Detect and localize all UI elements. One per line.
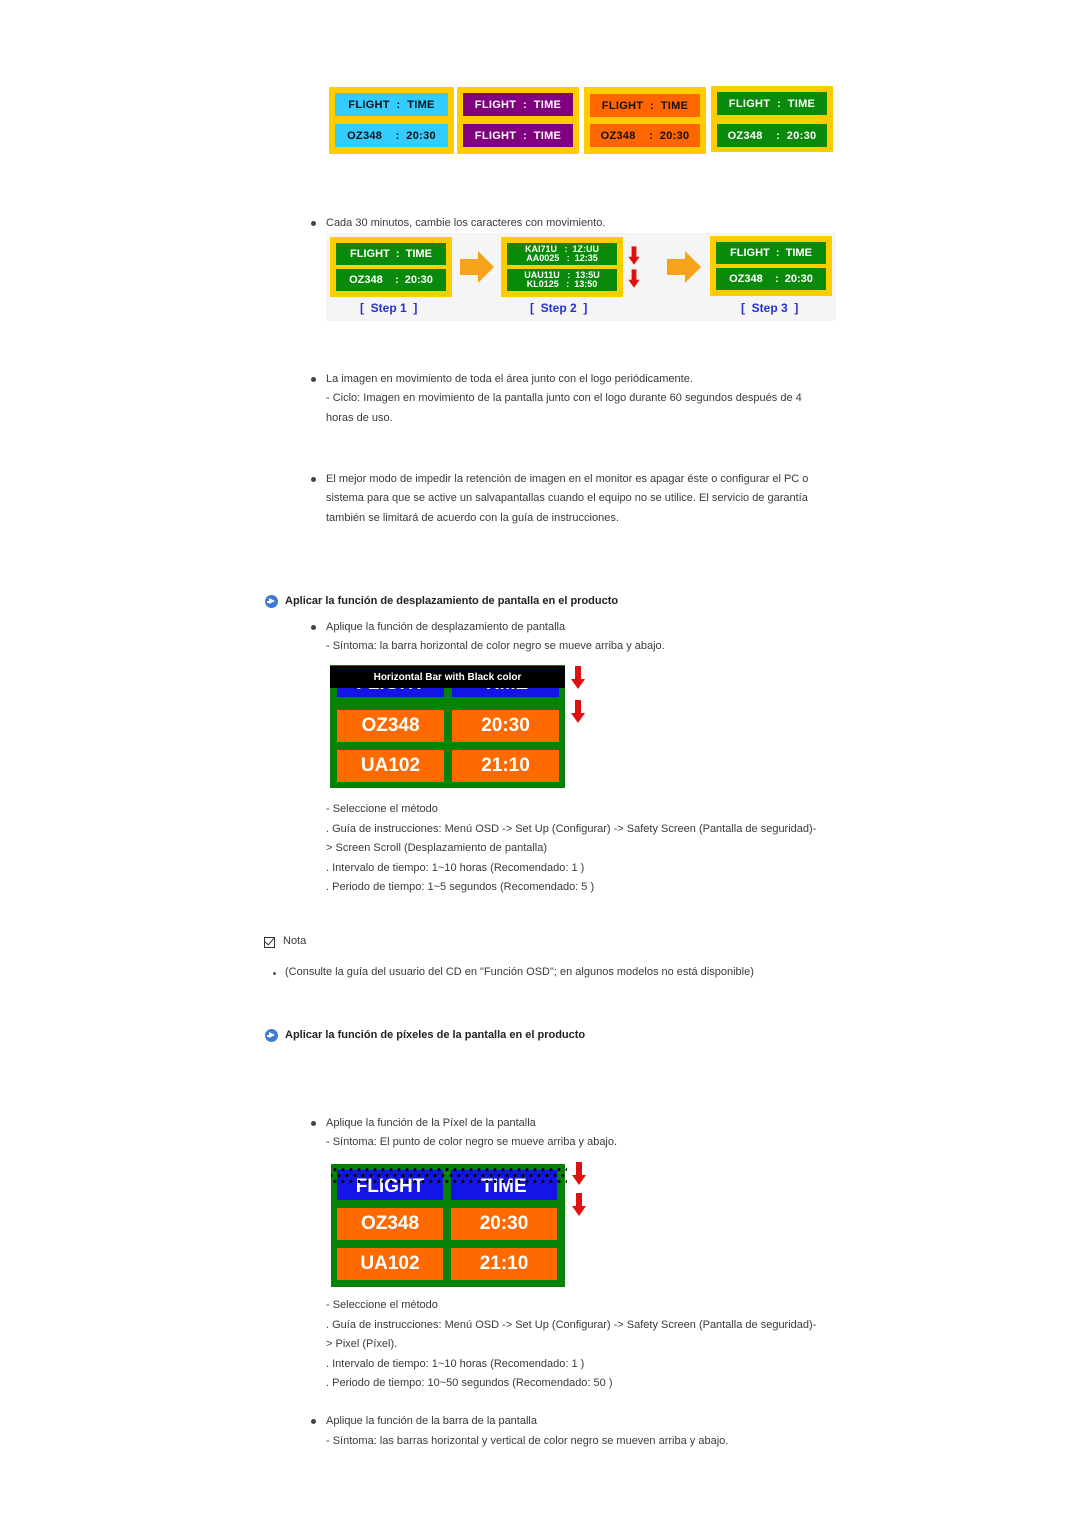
step3-panel: FLIGHT : TIME OZ348 : 20:30 — [710, 236, 832, 296]
section-heading: Aplicar la función de desplazamiento de … — [285, 595, 619, 607]
down-arrow-icon — [628, 269, 640, 288]
step2-bottom: UAU11U : 13:5U KL0125 : 13:50 — [507, 269, 617, 291]
method-line: . Guía de instrucciones: Menú OSD -> Set… — [326, 1319, 817, 1331]
bullet-text: Aplique la función de la Píxel de la pan… — [311, 1114, 536, 1134]
flight-panel-orange: FLIGHT : TIME OZ348 : 20:30 — [584, 87, 706, 154]
cycle-text: - Ciclo: Imagen en movimiento de la pant… — [326, 392, 802, 404]
method-line: > Screen Scroll (Desplazamiento de panta… — [326, 842, 548, 854]
paragraph-line: también se limitará de acuerdo con la gu… — [326, 512, 619, 524]
flight-panel-top: FLIGHT : TIME — [590, 94, 700, 117]
flight-panel-top: FLIGHT : TIME — [463, 93, 573, 116]
step2-panel: KAI71U : 1Z:UU AA0025 : 12:35 UAU11U : 1… — [501, 237, 623, 297]
flight-panel-top: FLIGHT : TIME — [717, 92, 827, 115]
down-arrow-icon — [572, 1193, 586, 1217]
bullet-text: El mejor modo de impedir la retención de… — [310, 470, 808, 490]
step2-top-line2: AA0025 : 12:35 — [526, 253, 598, 263]
cycle-text-cont: horas de uso. — [326, 412, 393, 424]
bullet-text: La imagen en movimiento de toda el área … — [311, 370, 693, 390]
method-line: - Seleccione el método — [326, 1299, 438, 1311]
method-line: . Periodo de tiempo: 1~5 segundos (Recom… — [326, 881, 595, 893]
step1-top: FLIGHT : TIME — [336, 243, 446, 265]
note-text: (Consulte la guía del usuario del CD en … — [273, 963, 754, 983]
step2-bottom-line2: KL0125 : 13:50 — [526, 279, 598, 289]
flight-panel-bottom: OZ348 : 20:30 — [717, 124, 827, 147]
down-arrow-icon — [572, 1162, 586, 1186]
method-line: . Periodo de tiempo: 10~50 segundos (Rec… — [326, 1377, 613, 1389]
paragraph-line: sistema para que se active un salvapanta… — [326, 492, 808, 504]
check-icon — [264, 937, 275, 948]
method-line: . Intervalo de tiempo: 1~10 horas (Recom… — [326, 1358, 585, 1370]
arrow-circle-icon — [265, 1029, 278, 1042]
step3-bottom: OZ348 : 20:30 — [716, 268, 826, 290]
board-cell: 21:10 — [451, 1248, 557, 1280]
board-cell: 20:30 — [451, 1208, 557, 1240]
orange-arrow-head — [685, 251, 701, 283]
step3-top: FLIGHT : TIME — [716, 242, 826, 264]
scroll-demo-board: FLIGHT TIME OZ348 20:30 UA102 21:10 Hori… — [330, 665, 565, 788]
method-line: > Pixel (Píxel). — [326, 1338, 398, 1350]
flight-panel-green: FLIGHT : TIME OZ348 : 20:30 — [711, 86, 833, 152]
board-cell: 21:10 — [452, 750, 559, 782]
board-cell: UA102 — [337, 750, 444, 782]
orange-arrow-icon — [460, 259, 480, 275]
symptom-text: - Síntoma: la barra horizontal de color … — [326, 640, 665, 652]
method-line: - Seleccione el método — [326, 803, 438, 815]
bullet-text: Aplique la función de la barra de la pan… — [311, 1412, 537, 1432]
board-cell: 20:30 — [452, 710, 559, 742]
step1-bottom: OZ348 : 20:30 — [336, 269, 446, 291]
arrow-circle-icon — [265, 595, 278, 608]
step3-label: [ Step 3 ] — [741, 301, 799, 315]
orange-arrow-icon — [667, 259, 687, 275]
down-arrow-icon — [628, 246, 640, 265]
step1-panel: FLIGHT : TIME OZ348 : 20:30 — [330, 237, 452, 297]
step2-label: [ Step 2 ] — [530, 301, 588, 315]
black-dot-row — [331, 1174, 567, 1177]
step2-top: KAI71U : 1Z:UU AA0025 : 12:35 — [507, 243, 617, 265]
board-cell: OZ348 — [337, 1208, 443, 1240]
note-label: Nota — [283, 935, 307, 947]
down-arrow-icon — [571, 700, 585, 724]
flight-panel-bottom: OZ348 : 20:30 — [335, 124, 448, 147]
flight-panel-bottom: OZ348 : 20:30 — [590, 124, 700, 147]
section-heading: Aplicar la función de píxeles de la pant… — [285, 1029, 586, 1041]
black-dot-row — [331, 1180, 567, 1183]
flight-panel-top: FLIGHT : TIME — [335, 93, 448, 116]
orange-arrow-head — [478, 251, 494, 283]
down-arrow-icon — [571, 666, 585, 690]
board-cell: UA102 — [337, 1248, 443, 1280]
flight-panel-bottom: FLIGHT : TIME — [463, 124, 573, 147]
flight-panel-cyan: FLIGHT : TIME OZ348 : 20:30 — [329, 87, 454, 154]
step1-label: [ Step 1 ] — [360, 301, 418, 315]
black-horizontal-bar: Horizontal Bar with Black color — [330, 666, 565, 688]
flight-panel-purple: FLIGHT : TIME FLIGHT : TIME — [457, 87, 579, 154]
board-cell: OZ348 — [337, 710, 444, 742]
steps-image: FLIGHT : TIME OZ348 : 20:30 KAI71U : 1Z:… — [326, 233, 836, 321]
black-dot-row — [331, 1168, 567, 1171]
bullet-text: Aplique la función de desplazamiento de … — [310, 618, 565, 638]
method-line: . Intervalo de tiempo: 1~10 horas (Recom… — [326, 862, 585, 874]
symptom-text: - Síntoma: El punto de color negro se mu… — [326, 1136, 618, 1148]
bullet-text: Cada 30 minutos, cambie los caracteres c… — [310, 214, 605, 234]
symptom-text: - Síntoma: las barras horizontal y verti… — [326, 1435, 729, 1447]
method-line: . Guía de instrucciones: Menú OSD -> Set… — [326, 823, 817, 835]
